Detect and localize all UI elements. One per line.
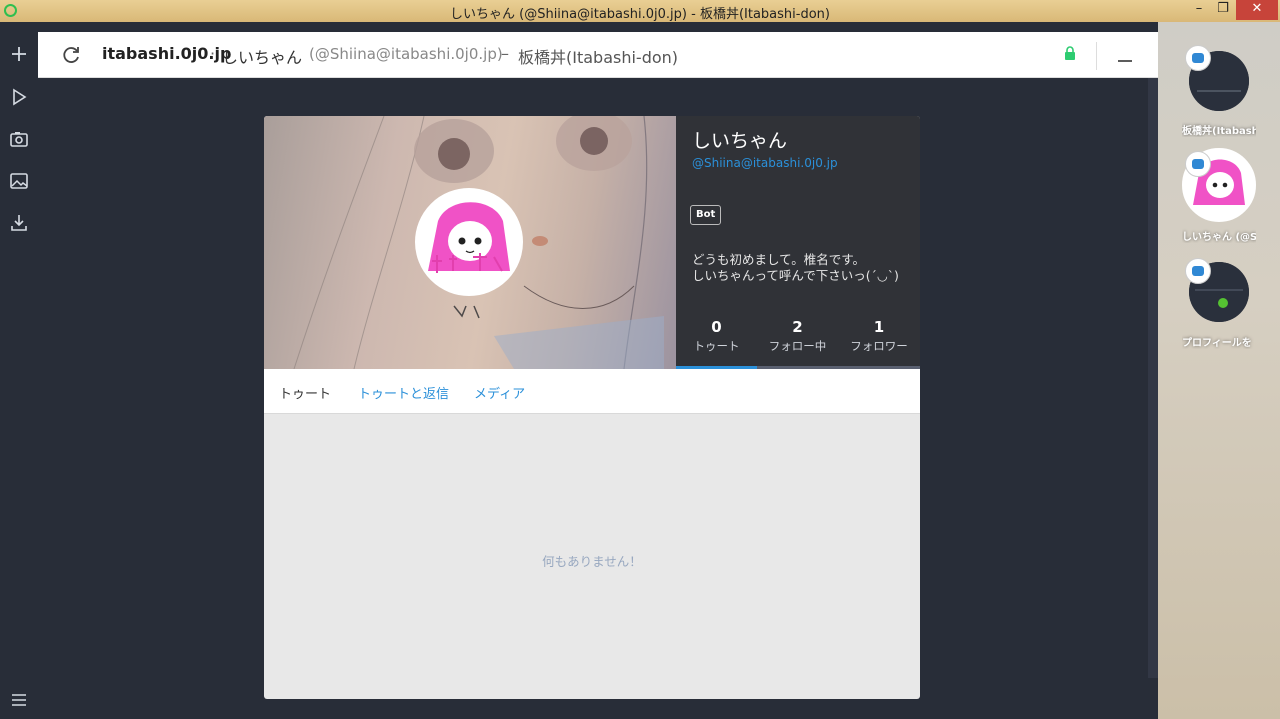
header-account: (@Shiina@itabashi.0j0.jp) bbox=[309, 45, 503, 63]
tab-media[interactable]: メディア bbox=[474, 383, 525, 402]
stat-label: フォロワー bbox=[850, 339, 908, 353]
header-instance-name: 板橋丼(Itabashi-don) bbox=[518, 48, 679, 67]
mastodon-badge-icon bbox=[1185, 258, 1211, 284]
stat-toots[interactable]: 0 トゥート bbox=[676, 318, 757, 369]
stat-followers[interactable]: 1 フォロワー bbox=[838, 318, 920, 369]
menu-icon[interactable] bbox=[7, 688, 31, 712]
header-separator: · bbox=[210, 44, 216, 63]
close-window-button[interactable]: ✕ bbox=[1236, 0, 1278, 20]
download-icon[interactable] bbox=[7, 211, 31, 235]
stat-following[interactable]: 2 フォロー中 bbox=[757, 318, 838, 369]
play-icon[interactable] bbox=[7, 85, 31, 109]
window-title-bar: しいちゃん (@Shiina@itabashi.0j0.jp) - 板橋丼(It… bbox=[0, 0, 1280, 22]
profile-banner: しいちゃん @Shiina@itabashi.0j0.jp Bot どうも初めま… bbox=[264, 116, 920, 369]
add-column-icon[interactable] bbox=[7, 42, 31, 66]
stat-value: 2 bbox=[792, 318, 803, 336]
lock-icon bbox=[1064, 46, 1076, 61]
account-label: しいちゃん (@S bbox=[1182, 232, 1256, 243]
profile-display-name: しいちゃん bbox=[692, 130, 788, 152]
refresh-icon[interactable] bbox=[60, 44, 82, 66]
minimize-window-button[interactable]: – bbox=[1186, 0, 1212, 20]
profile-bio: どうも初めまして。椎名です。 しいちゃんって呼んで下さいっ(´◡`) bbox=[692, 252, 916, 284]
header-display-name: しいちゃん bbox=[222, 48, 303, 67]
collapse-column-icon[interactable] bbox=[1116, 46, 1134, 64]
tab-toots-and-replies[interactable]: トゥートと返信 bbox=[358, 383, 449, 402]
column-header: itabashi.0j0.jp · しいちゃん (@Shiina@itabash… bbox=[38, 32, 1158, 78]
scrollbar[interactable] bbox=[1148, 78, 1158, 678]
header-divider bbox=[1096, 42, 1097, 70]
stat-label: トゥート bbox=[693, 339, 740, 353]
camera-icon[interactable] bbox=[7, 127, 31, 151]
bio-line: しいちゃんって呼んで下さいっ(´◡`) bbox=[692, 268, 899, 283]
mastodon-badge-icon bbox=[1185, 45, 1211, 71]
tab-toots[interactable]: トゥート bbox=[279, 383, 331, 402]
profile-account[interactable]: @Shiina@itabashi.0j0.jp bbox=[692, 156, 838, 170]
mastodon-badge-icon bbox=[1185, 151, 1211, 177]
restore-window-button[interactable]: ❐ bbox=[1210, 0, 1236, 20]
empty-message: 何もありません！ bbox=[542, 554, 642, 569]
stat-value: 1 bbox=[873, 318, 885, 336]
profile-tabs: トゥート トゥートと返信 メディア bbox=[264, 369, 920, 414]
account-label: 板橋丼(Itabashi bbox=[1182, 126, 1256, 137]
image-icon[interactable] bbox=[7, 169, 31, 193]
header-dash: – bbox=[501, 44, 509, 63]
window-title: しいちゃん (@Shiina@itabashi.0j0.jp) - 板橋丼(It… bbox=[450, 7, 830, 22]
bio-line: どうも初めまして。椎名です。 bbox=[692, 252, 866, 267]
left-sidebar bbox=[0, 22, 38, 719]
account-label: プロフィールを bbox=[1182, 338, 1252, 349]
profile-avatar[interactable] bbox=[415, 188, 523, 296]
profile-card: しいちゃん @Shiina@itabashi.0j0.jp Bot どうも初めま… bbox=[264, 116, 920, 699]
stat-label: フォロー中 bbox=[768, 339, 827, 353]
bot-badge: Bot bbox=[690, 205, 722, 225]
stat-value: 0 bbox=[711, 318, 722, 336]
